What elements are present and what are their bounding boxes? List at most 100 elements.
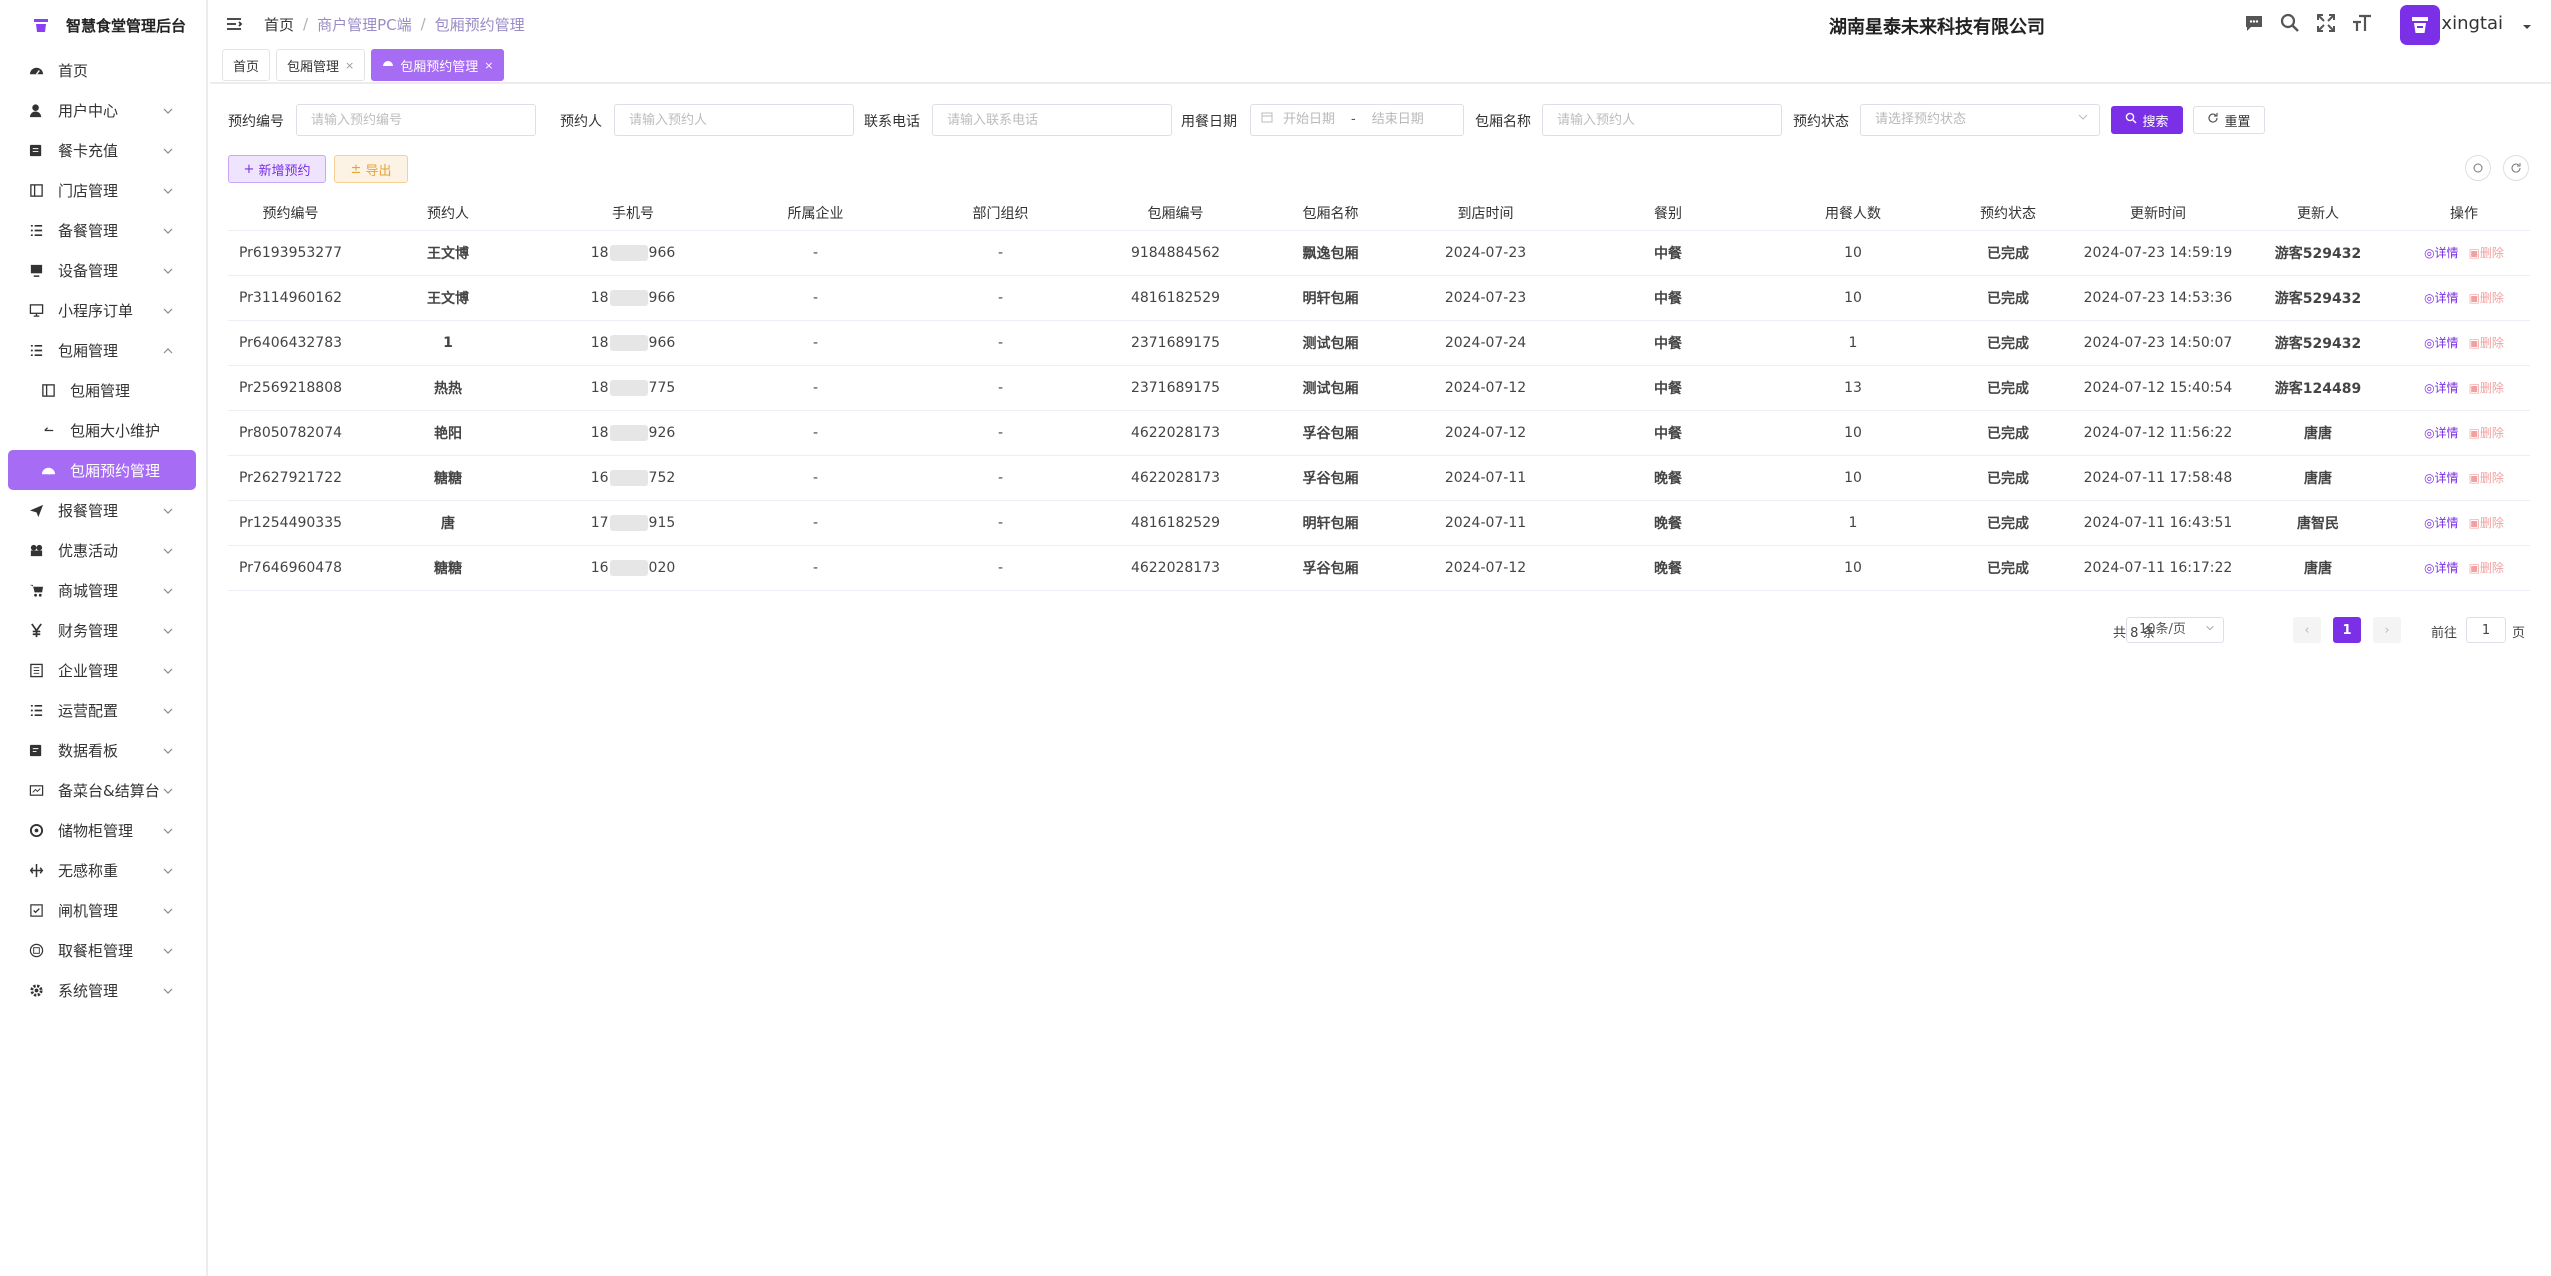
sidebar-item-6[interactable]: 小程序订单	[0, 290, 206, 330]
delete-link[interactable]: ▣删除	[2469, 379, 2504, 396]
user-icon	[28, 102, 44, 118]
delete-link[interactable]: ▣删除	[2469, 289, 2504, 306]
chevron-down-icon[interactable]	[2521, 18, 2533, 30]
cell-room-no: 9184884562	[1093, 230, 1258, 276]
sidebar-item-18[interactable]: 备菜台&结算台	[0, 770, 206, 810]
sidebar-item-3[interactable]: 门店管理	[0, 170, 206, 210]
detail-link[interactable]: ◎详情	[2424, 559, 2459, 576]
room-name-input[interactable]	[1542, 104, 1782, 136]
cell-room-name: 测试包厢	[1258, 365, 1403, 411]
refresh-table-button[interactable]	[2503, 155, 2529, 181]
reservation-no-input[interactable]	[296, 104, 536, 136]
row-actions: ◎详情 ▣删除	[2398, 244, 2530, 261]
column-header: 预约状态	[1938, 196, 2078, 231]
toggle-search-button[interactable]	[2465, 155, 2491, 181]
breadcrumb-home[interactable]: 首页	[264, 14, 294, 35]
collapse-menu-icon[interactable]	[224, 14, 244, 34]
cell-phone: 16 752	[543, 455, 723, 501]
next-page-button[interactable]: ›	[2373, 617, 2401, 643]
delete-link[interactable]: ▣删除	[2469, 244, 2504, 261]
sidebar-item-15[interactable]: 企业管理	[0, 650, 206, 690]
search-button-label: 搜索	[2142, 114, 2169, 130]
page-size-select[interactable]: 10条/页	[2126, 617, 2224, 643]
sidebar-item-22[interactable]: 取餐柜管理	[0, 930, 206, 970]
sidebar-item-5[interactable]: 设备管理	[0, 250, 206, 290]
cell-updater: 游客124489	[2238, 365, 2398, 411]
eye-icon: ◎	[2424, 336, 2435, 350]
search-icon[interactable]	[2279, 12, 2301, 34]
sidebar-item-4[interactable]: 备餐管理	[0, 210, 206, 250]
room-name-label: 包厢名称	[1475, 114, 1531, 130]
detail-link[interactable]: ◎详情	[2424, 379, 2459, 396]
sidebar-item-17[interactable]: 数据看板	[0, 730, 206, 770]
prev-page-button[interactable]: ‹	[2293, 617, 2321, 643]
tab-room-management[interactable]: 包厢管理 ×	[276, 49, 366, 81]
cell-updated: 2024-07-12 15:40:54	[2078, 365, 2238, 411]
delete-link[interactable]: ▣删除	[2469, 334, 2504, 351]
page-number-current[interactable]: 1	[2333, 617, 2361, 643]
phone-input[interactable]	[932, 104, 1172, 136]
detail-link[interactable]: ◎详情	[2424, 514, 2459, 531]
avatar[interactable]	[2400, 5, 2440, 45]
goto-page-input[interactable]	[2466, 617, 2506, 643]
cell-updater: 唐智民	[2238, 500, 2398, 546]
phone-suffix: 020	[648, 559, 676, 576]
sidebar-item-0[interactable]: 首页	[0, 50, 206, 90]
cell-updater: 游客529432	[2238, 230, 2398, 276]
message-icon[interactable]	[2243, 12, 2265, 34]
status-select[interactable]: 请选择预约状态	[1860, 104, 2100, 136]
delete-label: 删除	[2479, 336, 2504, 350]
close-icon[interactable]: ×	[484, 59, 493, 72]
chevron-down-icon	[162, 783, 176, 797]
font-size-icon[interactable]	[2351, 12, 2373, 34]
sidebar-item-2[interactable]: 餐卡充值	[0, 130, 206, 170]
delete-link[interactable]: ▣删除	[2469, 559, 2504, 576]
cell-room-name: 明轩包厢	[1258, 275, 1403, 321]
search-button[interactable]: 搜索	[2111, 106, 2183, 134]
sidebar-item-1[interactable]: 用户中心	[0, 90, 206, 130]
sidebar-item-9[interactable]: 包厢大小维护	[0, 410, 206, 450]
add-reservation-button[interactable]: + 新增预约	[228, 155, 326, 183]
cell-actions: ◎详情 ▣删除	[2398, 545, 2530, 591]
delete-link[interactable]: ▣删除	[2469, 469, 2504, 486]
sidebar-item-13[interactable]: 商城管理	[0, 570, 206, 610]
breadcrumb-merchant[interactable]: 商户管理PC端	[317, 14, 412, 35]
detail-label: 详情	[2434, 561, 2459, 575]
reset-button[interactable]: 重置	[2193, 106, 2265, 134]
sidebar-item-20[interactable]: 无感称重	[0, 850, 206, 890]
detail-link[interactable]: ◎详情	[2424, 469, 2459, 486]
detail-label: 详情	[2434, 381, 2459, 395]
detail-link[interactable]: ◎详情	[2424, 334, 2459, 351]
detail-link[interactable]: ◎详情	[2424, 289, 2459, 306]
close-icon[interactable]: ×	[345, 59, 354, 72]
sidebar-item-10[interactable]: 包厢预约管理	[8, 450, 196, 490]
sidebar-item-23[interactable]: 系统管理	[0, 970, 206, 1010]
end-date[interactable]: 结束日期	[1372, 105, 1424, 135]
trash-icon: ▣	[2468, 246, 2480, 260]
detail-link[interactable]: ◎详情	[2424, 424, 2459, 441]
phone-prefix: 16	[590, 469, 609, 486]
reservation-table: 预约编号 预约人 手机号 所属企业 部门组织 包厢编号 包厢名称 到店时间 餐别 用餐人数 预约状态…	[228, 196, 2530, 591]
sidebar-item-7[interactable]: 包厢管理	[0, 330, 206, 370]
chevron-down-icon	[162, 943, 176, 957]
sidebar-item-19[interactable]: 储物柜管理	[0, 810, 206, 850]
sidebar-item-8[interactable]: 包厢管理	[0, 370, 206, 410]
sidebar-item-21[interactable]: 闸机管理	[0, 890, 206, 930]
start-date[interactable]: 开始日期	[1283, 105, 1335, 135]
fullscreen-icon[interactable]	[2315, 12, 2337, 34]
export-button[interactable]: ± 导出	[334, 155, 408, 183]
reserver-input[interactable]	[614, 104, 854, 136]
sidebar-item-16[interactable]: 运营配置	[0, 690, 206, 730]
cell-no: Pr6406432783	[228, 320, 353, 366]
delete-link[interactable]: ▣删除	[2469, 424, 2504, 441]
username[interactable]: xingtai	[2441, 13, 2503, 34]
sidebar-item-label: 无感称重	[58, 861, 119, 880]
sidebar-item-14[interactable]: 财务管理	[0, 610, 206, 650]
detail-link[interactable]: ◎详情	[2424, 244, 2459, 261]
sidebar-item-12[interactable]: 优惠活动	[0, 530, 206, 570]
tab-room-reservation[interactable]: 包厢预约管理 ×	[371, 49, 505, 81]
delete-link[interactable]: ▣删除	[2469, 514, 2504, 531]
date-range-picker[interactable]: 开始日期 - 结束日期	[1250, 104, 1464, 136]
sidebar-item-11[interactable]: 报餐管理	[0, 490, 206, 530]
tab-home[interactable]: 首页	[222, 49, 271, 81]
